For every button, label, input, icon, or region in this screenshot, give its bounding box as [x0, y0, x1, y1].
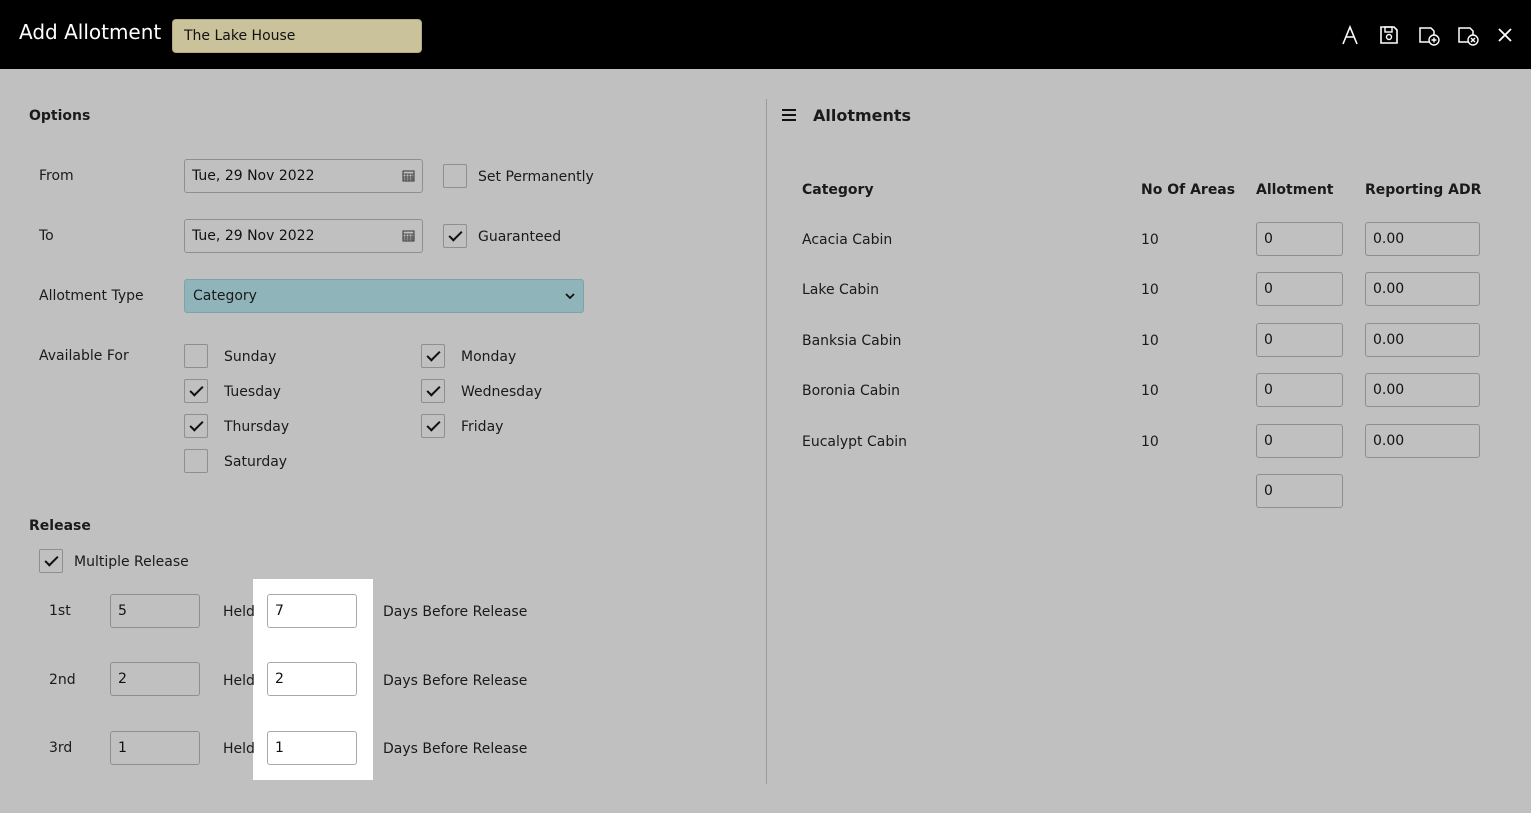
set-permanently-checkbox[interactable] [443, 164, 467, 188]
set-permanently-label: Set Permanently [478, 169, 594, 185]
from-date-input[interactable]: Tue, 29 Nov 2022 [184, 159, 423, 193]
release-ordinal: 2nd [49, 672, 76, 688]
close-icon[interactable] [1494, 24, 1516, 46]
panel-divider [766, 99, 767, 784]
save-new-icon[interactable] [1418, 24, 1440, 46]
column-header-adr: Reporting ADR [1365, 182, 1482, 198]
areas-cell: 10 [1141, 333, 1159, 349]
calendar-icon[interactable] [402, 169, 415, 182]
friday-checkbox[interactable] [421, 414, 445, 438]
adr-input[interactable]: 0.00 [1365, 222, 1480, 256]
saturday-checkbox[interactable] [184, 449, 208, 473]
column-header-allotment: Allotment [1256, 182, 1334, 198]
allotment-input[interactable]: 0 [1256, 424, 1343, 458]
allotment-input[interactable]: 0 [1256, 373, 1343, 407]
held-label: Held [223, 741, 255, 757]
column-header-areas: No Of Areas [1141, 182, 1236, 198]
held-input[interactable]: 5 [110, 594, 200, 628]
to-date-input[interactable]: Tue, 29 Nov 2022 [184, 219, 423, 253]
allotment-input[interactable]: 0 [1256, 323, 1343, 357]
total-allotment-input[interactable]: 0 [1256, 474, 1343, 508]
font-icon[interactable] [1339, 24, 1361, 46]
monday-checkbox[interactable] [421, 344, 445, 368]
save-icon[interactable] [1378, 24, 1400, 46]
available-for-label: Available For [39, 348, 129, 364]
held-label: Held [223, 673, 255, 689]
wednesday-label: Wednesday [461, 384, 543, 400]
chevron-down-icon [565, 293, 575, 300]
category-cell: Eucalypt Cabin [802, 434, 907, 450]
saturday-label: Saturday [224, 454, 288, 470]
from-label: From [39, 168, 74, 184]
header-bar: Add Allotment The Lake House [0, 0, 1531, 69]
areas-cell: 10 [1141, 434, 1159, 450]
allotment-type-select[interactable]: Category [184, 279, 584, 313]
column-header-category: Category [802, 182, 874, 198]
menu-icon[interactable] [781, 107, 797, 123]
multiple-release-label: Multiple Release [74, 554, 189, 570]
areas-cell: 10 [1141, 282, 1159, 298]
release-heading: Release [29, 518, 91, 534]
save-close-icon[interactable] [1457, 24, 1479, 46]
days-before-release-input[interactable]: 7 [267, 594, 357, 628]
thursday-label: Thursday [224, 419, 290, 435]
page-title: Add Allotment [19, 20, 162, 44]
release-ordinal: 3rd [49, 740, 73, 756]
held-input[interactable]: 1 [110, 731, 200, 765]
days-before-release-label: Days Before Release [383, 741, 528, 757]
to-date-value: Tue, 29 Nov 2022 [192, 228, 315, 244]
guaranteed-checkbox[interactable] [443, 224, 467, 248]
category-cell: Acacia Cabin [802, 232, 893, 248]
release-ordinal: 1st [49, 603, 71, 619]
property-selector[interactable]: The Lake House [172, 19, 422, 53]
from-date-value: Tue, 29 Nov 2022 [192, 168, 315, 184]
days-before-release-label: Days Before Release [383, 604, 528, 620]
options-heading: Options [29, 108, 91, 124]
friday-label: Friday [461, 419, 504, 435]
allotments-heading: Allotments [813, 106, 912, 125]
adr-input[interactable]: 0.00 [1365, 373, 1480, 407]
category-cell: Lake Cabin [802, 282, 880, 298]
held-input[interactable]: 2 [110, 662, 200, 696]
to-label: To [39, 228, 54, 244]
held-label: Held [223, 604, 255, 620]
tuesday-label: Tuesday [224, 384, 281, 400]
allotment-type-label: Allotment Type [39, 288, 144, 304]
category-cell: Boronia Cabin [802, 383, 900, 399]
allotment-input[interactable]: 0 [1256, 222, 1343, 256]
calendar-icon[interactable] [402, 229, 415, 242]
adr-input[interactable]: 0.00 [1365, 323, 1480, 357]
areas-cell: 10 [1141, 232, 1159, 248]
sunday-checkbox[interactable] [184, 344, 208, 368]
multiple-release-checkbox[interactable] [39, 549, 63, 573]
adr-input[interactable]: 0.00 [1365, 424, 1480, 458]
wednesday-checkbox[interactable] [421, 379, 445, 403]
sunday-label: Sunday [224, 349, 277, 365]
days-before-release-input[interactable]: 1 [267, 731, 357, 765]
monday-label: Monday [461, 349, 517, 365]
category-cell: Banksia Cabin [802, 333, 902, 349]
allotment-input[interactable]: 0 [1256, 272, 1343, 306]
tuesday-checkbox[interactable] [184, 379, 208, 403]
allotment-type-value: Category [193, 288, 257, 304]
adr-input[interactable]: 0.00 [1365, 272, 1480, 306]
days-before-release-label: Days Before Release [383, 673, 528, 689]
days-before-release-input[interactable]: 2 [267, 662, 357, 696]
thursday-checkbox[interactable] [184, 414, 208, 438]
areas-cell: 10 [1141, 383, 1159, 399]
guaranteed-label: Guaranteed [478, 229, 562, 245]
